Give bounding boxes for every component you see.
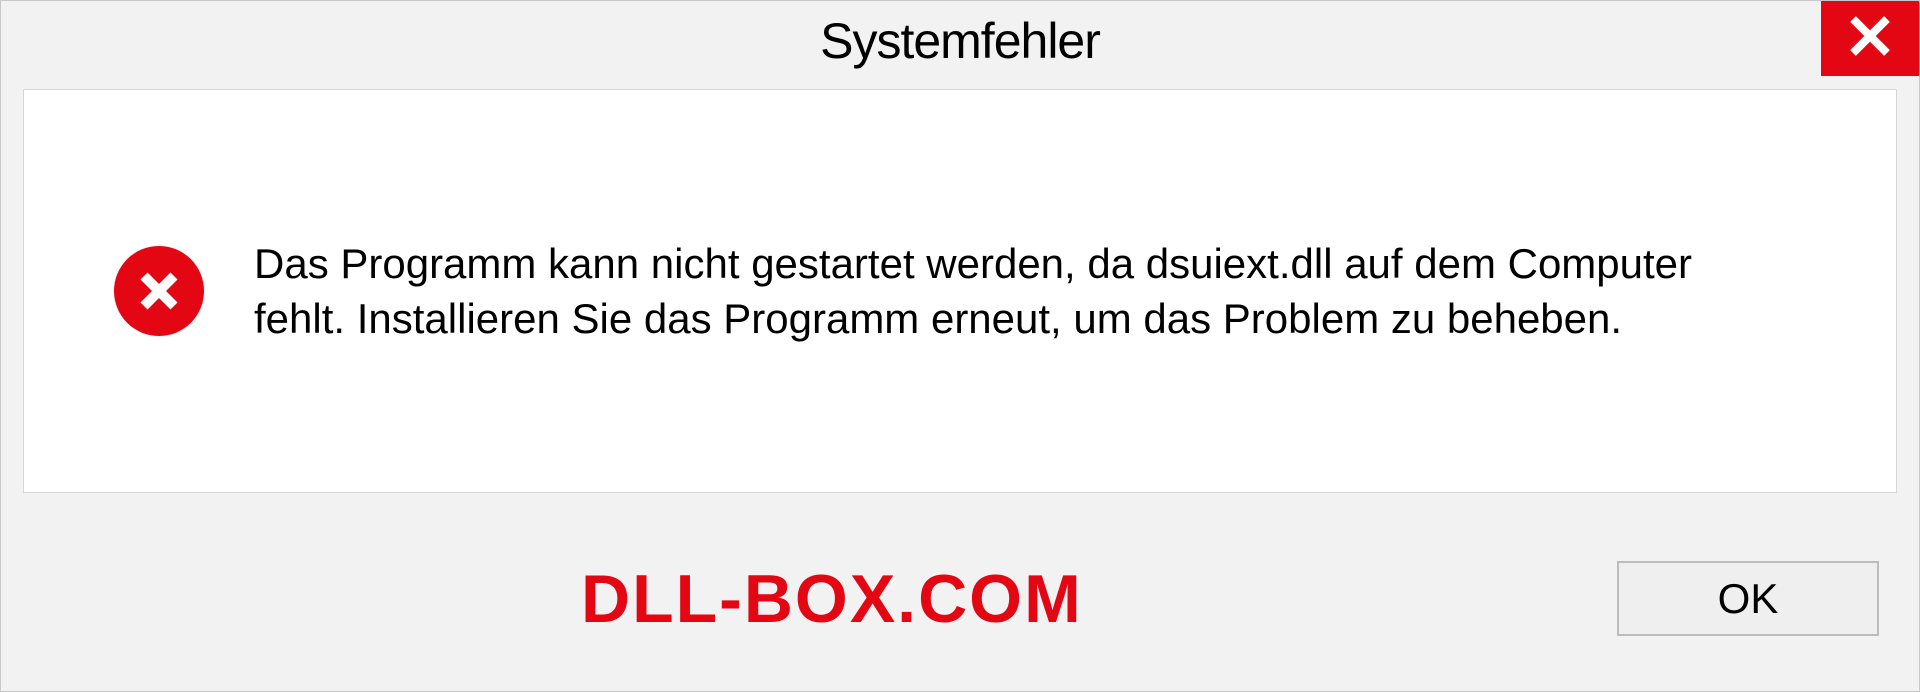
close-button[interactable] bbox=[1821, 1, 1919, 76]
ok-button[interactable]: OK bbox=[1617, 561, 1879, 636]
message-panel: Das Programm kann nicht gestartet werden… bbox=[23, 89, 1897, 493]
close-icon bbox=[1847, 13, 1893, 64]
footer-area: DLL-BOX.COM OK bbox=[1, 506, 1919, 691]
error-icon bbox=[114, 246, 204, 336]
title-bar: Systemfehler bbox=[1, 1, 1919, 81]
watermark: DLL-BOX.COM bbox=[581, 560, 1083, 638]
dialog-title: Systemfehler bbox=[820, 12, 1100, 70]
error-message: Das Programm kann nicht gestartet werden… bbox=[254, 236, 1774, 347]
